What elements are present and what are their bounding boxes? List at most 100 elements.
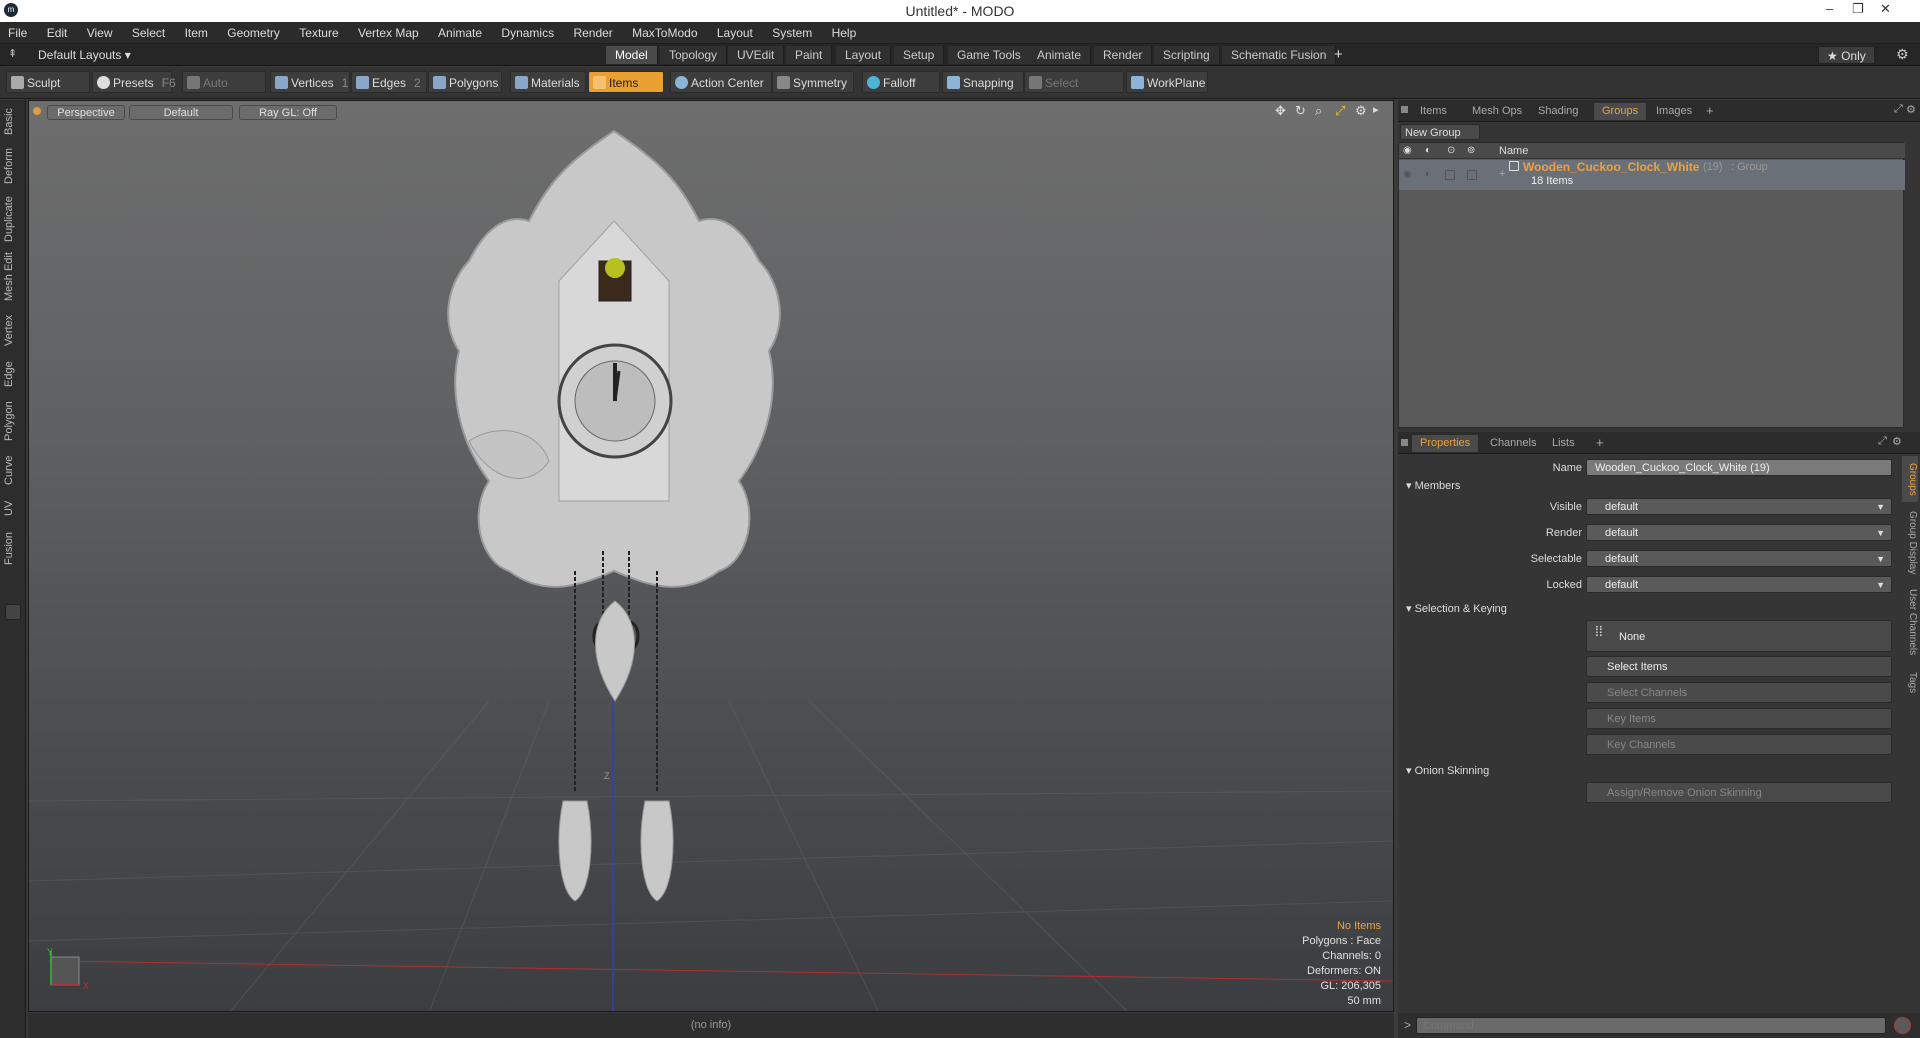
side-tab-group-display[interactable]: Group Display bbox=[1902, 508, 1918, 578]
tab-game-tools[interactable]: Game Tools bbox=[948, 46, 1031, 64]
menu-view[interactable]: View bbox=[79, 22, 121, 44]
assign-onion-skinning-button[interactable]: Assign/Remove Onion Skinning bbox=[1586, 782, 1892, 803]
left-tab-basic[interactable]: Basic bbox=[3, 106, 23, 138]
polygons-button[interactable]: Polygons bbox=[428, 71, 502, 93]
menu-help[interactable]: Help bbox=[824, 22, 865, 44]
row-visibility-icon[interactable]: ◉ bbox=[1403, 169, 1412, 180]
maximize-button[interactable]: ❐ bbox=[1852, 1, 1864, 17]
members-section-header[interactable]: ▾ Members bbox=[1406, 479, 1460, 492]
tab-images[interactable]: Images bbox=[1648, 103, 1700, 120]
visibility-eye-icon[interactable]: ◉ bbox=[1403, 145, 1412, 156]
tab-topology[interactable]: Topology bbox=[660, 46, 728, 64]
menu-system[interactable]: System bbox=[764, 22, 820, 44]
gear-icon[interactable]: ⚙ bbox=[1896, 46, 1909, 63]
tab-schematic-fusion[interactable]: Schematic Fusion bbox=[1222, 46, 1337, 64]
expand-toggle-icon[interactable]: + bbox=[1499, 168, 1505, 180]
locked-dropdown[interactable]: default ▼ bbox=[1586, 576, 1892, 593]
render-dropdown[interactable]: default ▼ bbox=[1586, 524, 1892, 541]
name-input[interactable]: Wooden_Cuckoo_Clock_White (19) bbox=[1586, 459, 1892, 476]
3d-viewport[interactable]: Perspective Default Ray GL: Off ✥ ↻ ⌕ ⤢ … bbox=[28, 100, 1394, 1012]
tab-groups[interactable]: Groups bbox=[1594, 103, 1647, 120]
tab-animate[interactable]: Animate bbox=[1028, 46, 1092, 64]
left-tab-mesh-edit[interactable]: Mesh Edit bbox=[3, 252, 23, 302]
menu-render[interactable]: Render bbox=[565, 22, 620, 44]
selection-keying-section-header[interactable]: ▾ Selection & Keying bbox=[1406, 602, 1507, 615]
add-panel-tab-button[interactable]: + bbox=[1706, 103, 1714, 118]
minimize-button[interactable]: – bbox=[1826, 1, 1833, 16]
menu-edit[interactable]: Edit bbox=[39, 22, 76, 44]
panel-menu-icon[interactable] bbox=[1401, 106, 1408, 113]
tab-properties[interactable]: Properties bbox=[1412, 435, 1479, 452]
action-center-button[interactable]: Action Center bbox=[670, 71, 772, 93]
tab-shading[interactable]: Shading bbox=[1530, 103, 1586, 120]
menu-item[interactable]: Item bbox=[177, 22, 216, 44]
menu-layout[interactable]: Layout bbox=[709, 22, 761, 44]
menu-select[interactable]: Select bbox=[124, 22, 173, 44]
menu-file[interactable]: File bbox=[0, 22, 35, 44]
falloff-button[interactable]: Falloff bbox=[862, 71, 940, 93]
edges-button[interactable]: Edges 2 bbox=[351, 71, 427, 93]
group-row[interactable]: ◉ ◐ + Wooden_Cuckoo_Clock_White (19) : G… bbox=[1399, 160, 1905, 190]
symmetry-button[interactable]: Symmetry bbox=[772, 71, 854, 93]
tab-uvedit[interactable]: UVEdit bbox=[728, 46, 785, 64]
expand-properties-icon[interactable]: ⤢ bbox=[1878, 435, 1887, 448]
tab-items[interactable]: Items bbox=[1412, 103, 1455, 120]
left-tab-duplicate[interactable]: Duplicate bbox=[3, 194, 23, 244]
onion-skinning-section-header[interactable]: ▾ Onion Skinning bbox=[1406, 764, 1489, 777]
menu-maxtomodo[interactable]: MaxToModo bbox=[624, 22, 705, 44]
left-tab-deform[interactable]: Deform bbox=[3, 146, 23, 186]
materials-button[interactable]: Materials bbox=[510, 71, 586, 93]
workplane-button[interactable]: WorkPlane bbox=[1126, 71, 1208, 93]
panel-settings-icon[interactable]: ⚙ bbox=[1906, 103, 1916, 116]
side-tab-user-channels[interactable]: User Channels bbox=[1902, 584, 1918, 660]
key-channels-button[interactable]: Key Channels bbox=[1586, 734, 1892, 755]
snapping-button[interactable]: Snapping bbox=[942, 71, 1024, 93]
expand-panel-icon[interactable]: ⤢ bbox=[1894, 103, 1903, 116]
lock-icon[interactable]: ⊙ bbox=[1447, 145, 1455, 156]
menu-vertex-map[interactable]: Vertex Map bbox=[350, 22, 427, 44]
side-tab-groups[interactable]: Groups bbox=[1902, 456, 1918, 502]
record-icon[interactable] bbox=[1894, 1017, 1911, 1034]
selectable-dropdown[interactable]: default ▼ bbox=[1586, 550, 1892, 567]
close-button[interactable]: ✕ bbox=[1880, 1, 1891, 17]
presets-button[interactable]: Presets F6 bbox=[92, 71, 176, 93]
tab-mesh-ops[interactable]: Mesh Ops bbox=[1464, 103, 1530, 120]
key-items-button[interactable]: Key Items bbox=[1586, 708, 1892, 729]
left-tab-uv[interactable]: UV bbox=[3, 496, 23, 520]
left-tab-fusion[interactable]: Fusion bbox=[3, 528, 23, 568]
new-group-button[interactable]: New Group bbox=[1400, 124, 1480, 140]
items-button[interactable]: Items bbox=[588, 71, 664, 93]
menu-geometry[interactable]: Geometry bbox=[219, 22, 288, 44]
row-lock-checkbox[interactable] bbox=[1445, 170, 1455, 180]
add-properties-tab-button[interactable]: + bbox=[1596, 435, 1604, 450]
command-input[interactable] bbox=[1416, 1017, 1886, 1034]
properties-menu-icon[interactable] bbox=[1401, 439, 1408, 446]
auto-select-button[interactable]: Auto Select bbox=[182, 71, 266, 112]
render-icon[interactable]: ◐ bbox=[1425, 145, 1431, 156]
tab-channels[interactable]: Channels bbox=[1482, 435, 1544, 452]
left-tab-vertex[interactable]: Vertex bbox=[3, 310, 23, 350]
visible-dropdown[interactable]: default ▼ bbox=[1586, 498, 1892, 515]
row-render-icon[interactable]: ◐ bbox=[1425, 169, 1431, 180]
tab-lists[interactable]: Lists bbox=[1544, 435, 1583, 452]
select-through-button[interactable]: Select Through bbox=[1024, 71, 1124, 112]
select-channels-button[interactable]: Select Channels bbox=[1586, 682, 1892, 703]
side-tab-tags[interactable]: Tags bbox=[1902, 668, 1918, 698]
tab-model[interactable]: Model bbox=[606, 46, 658, 64]
tab-render[interactable]: Render bbox=[1094, 46, 1153, 64]
add-tab-button[interactable]: + bbox=[1334, 46, 1343, 63]
selection-set-none[interactable]: ⁞⁞ None bbox=[1586, 620, 1892, 652]
menu-texture[interactable]: Texture bbox=[291, 22, 346, 44]
select-items-button[interactable]: Select Items bbox=[1586, 656, 1892, 677]
menu-animate[interactable]: Animate bbox=[430, 22, 490, 44]
vertices-button[interactable]: Vertices 1 bbox=[270, 71, 350, 93]
tab-paint[interactable]: Paint bbox=[786, 46, 833, 64]
menu-dynamics[interactable]: Dynamics bbox=[493, 22, 562, 44]
only-toggle[interactable]: ★ Only bbox=[1818, 46, 1875, 64]
sculpt-button[interactable]: Sculpt bbox=[6, 71, 90, 93]
properties-settings-icon[interactable]: ⚙ bbox=[1892, 435, 1902, 448]
left-tab-curve[interactable]: Curve bbox=[3, 452, 23, 488]
tab-scripting[interactable]: Scripting bbox=[1154, 46, 1220, 64]
left-tab-polygon[interactable]: Polygon bbox=[3, 398, 23, 444]
tab-setup[interactable]: Setup bbox=[894, 46, 945, 64]
